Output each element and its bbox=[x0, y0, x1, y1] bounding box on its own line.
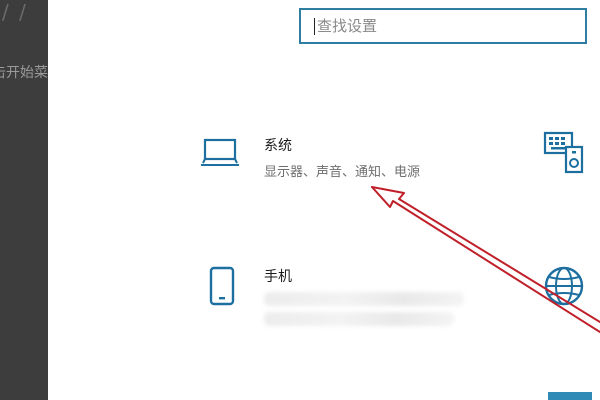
tile-title: 系统 bbox=[264, 138, 292, 154]
settings-tile-network[interactable] bbox=[540, 262, 590, 312]
background-window-glyphs: / / bbox=[2, 0, 28, 24]
globe-icon bbox=[543, 265, 585, 311]
annotation-arrow bbox=[371, 186, 600, 333]
blurred-description bbox=[264, 292, 464, 306]
text-caret bbox=[314, 18, 315, 35]
devices-icon bbox=[542, 130, 586, 178]
search-input[interactable] bbox=[301, 10, 585, 42]
background-window-text: 击开始菜 bbox=[0, 65, 48, 81]
settings-tile-system[interactable]: 系统 显示器、声音、通知、电源 bbox=[198, 128, 478, 184]
phone-icon bbox=[208, 266, 236, 310]
settings-tile-devices[interactable] bbox=[540, 128, 590, 178]
tile-description: 显示器、声音、通知、电源 bbox=[264, 165, 421, 180]
blurred-description bbox=[264, 312, 454, 326]
settings-window: / / 击开始菜 系统 显示器、声音、通知、电源 手机 bbox=[0, 0, 600, 400]
next-tile-icon-edge bbox=[548, 392, 592, 400]
settings-tile-phone[interactable]: 手机 bbox=[198, 262, 478, 332]
background-window-strip: / / 击开始菜 bbox=[0, 0, 48, 400]
tile-title: 手机 bbox=[264, 269, 292, 285]
settings-search-box[interactable] bbox=[299, 8, 587, 44]
laptop-icon bbox=[198, 136, 244, 174]
